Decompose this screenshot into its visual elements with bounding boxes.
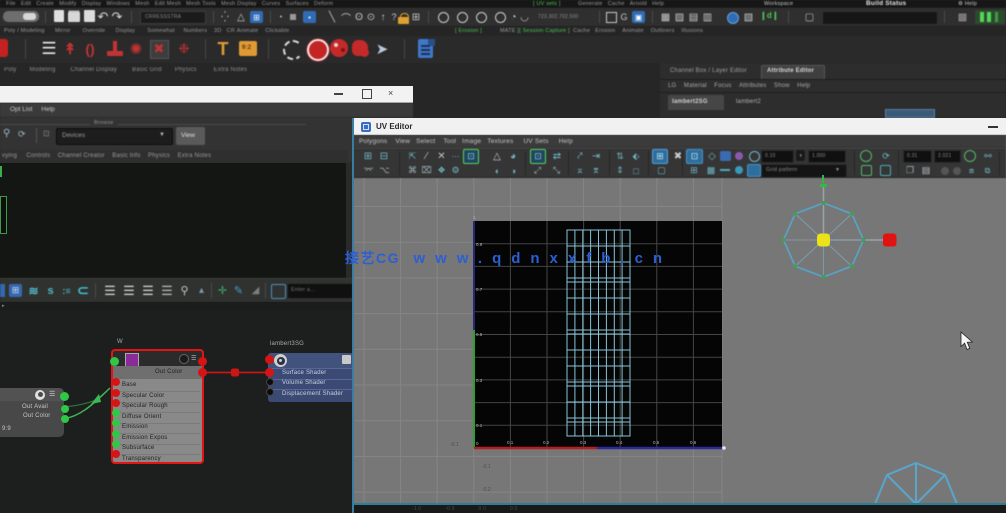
svg-text:0.6: 0.6 — [690, 440, 697, 445]
svg-text:0.9: 0.9 — [476, 242, 483, 247]
svg-text:0.4: 0.4 — [616, 440, 623, 445]
svg-text:-0.2: -0.2 — [482, 487, 491, 493]
svg-text:-0.1: -0.1 — [482, 464, 491, 470]
svg-text:0.1: 0.1 — [507, 440, 514, 445]
svg-text:-0.1: -0.1 — [450, 442, 459, 448]
svg-text:0.2: 0.2 — [543, 440, 550, 445]
svg-text:0.3: 0.3 — [580, 440, 587, 445]
svg-text:0.5: 0.5 — [476, 332, 483, 337]
svg-text:0.3: 0.3 — [476, 378, 483, 383]
svg-text:0.1: 0.1 — [476, 423, 483, 428]
svg-text:1: 1 — [473, 215, 476, 220]
svg-text:0.5: 0.5 — [653, 440, 660, 445]
svg-text:0.7: 0.7 — [476, 287, 483, 292]
